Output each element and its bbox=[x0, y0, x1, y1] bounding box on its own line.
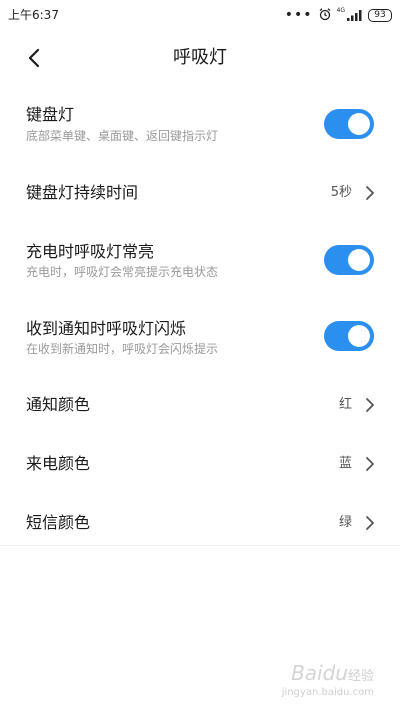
status-icons: ••• 4G 93 bbox=[285, 5, 392, 25]
toggle-knob bbox=[348, 325, 370, 347]
watermark-jingyan: 经验 bbox=[347, 669, 374, 684]
header: 呼吸灯 bbox=[0, 36, 400, 80]
baidu-jingyan-watermark: Baidu经验 jingyan.baidu.com bbox=[281, 663, 374, 701]
setting-value: 绿 bbox=[338, 515, 352, 530]
setting-subtitle: 在收到新通知时，呼吸灯会闪烁提示 bbox=[26, 342, 219, 356]
list-bottom-divider bbox=[0, 545, 400, 546]
toggle-switch-charging-light[interactable] bbox=[324, 245, 374, 275]
status-time: 上午6:37 bbox=[8, 8, 59, 22]
setting-value: 红 bbox=[338, 397, 352, 412]
setting-title: 来电颜色 bbox=[26, 454, 91, 473]
setting-value: 5秒 bbox=[330, 185, 352, 200]
setting-row-charging-light[interactable]: 充电时呼吸灯常亮 充电时，呼吸灯会常亮提示充电状态 bbox=[0, 233, 400, 295]
setting-subtitle: 充电时，呼吸灯会常亮提示充电状态 bbox=[26, 265, 219, 279]
alarm-icon bbox=[318, 6, 332, 25]
toggle-switch-notification-blink[interactable] bbox=[324, 321, 374, 351]
setting-title: 收到通知时呼吸灯闪烁 bbox=[26, 319, 187, 338]
setting-title: 充电时呼吸灯常亮 bbox=[26, 242, 155, 261]
setting-row-keyboard-duration[interactable]: 键盘灯持续时间 5秒 bbox=[0, 171, 400, 215]
chevron-right-icon bbox=[366, 398, 374, 412]
setting-row-sms-color[interactable]: 短信颜色 绿 bbox=[0, 501, 400, 545]
watermark-brand: Baidu bbox=[291, 661, 348, 685]
battery-indicator: 93 bbox=[368, 8, 392, 22]
toggle-knob bbox=[348, 113, 370, 135]
setting-row-notification-blink[interactable]: 收到通知时呼吸灯闪烁 在收到新通知时，呼吸灯会闪烁提示 bbox=[0, 311, 400, 373]
setting-row-call-color[interactable]: 来电颜色 蓝 bbox=[0, 442, 400, 486]
watermark-url: jingyan.baidu.com bbox=[281, 687, 374, 698]
setting-row-keyboard-light[interactable]: 键盘灯 底部菜单键、桌面键、返回键指示灯 bbox=[0, 98, 400, 160]
setting-title: 键盘灯持续时间 bbox=[26, 183, 139, 202]
setting-title: 键盘灯 bbox=[26, 105, 75, 124]
signal-icon bbox=[347, 6, 363, 25]
toggle-switch-keyboard-light[interactable] bbox=[324, 109, 374, 139]
page-title: 呼吸灯 bbox=[173, 47, 227, 68]
chevron-right-icon bbox=[366, 457, 374, 471]
toggle-knob bbox=[348, 249, 370, 271]
setting-row-notification-color[interactable]: 通知颜色 红 bbox=[0, 383, 400, 427]
status-bar: 上午6:37 ••• 4G 93 bbox=[0, 0, 400, 30]
network-type: 4G bbox=[336, 7, 345, 14]
setting-value: 蓝 bbox=[338, 456, 352, 471]
chevron-right-icon bbox=[366, 516, 374, 530]
more-dots-icon: ••• bbox=[284, 7, 313, 23]
chevron-right-icon bbox=[366, 186, 374, 200]
setting-title: 通知颜色 bbox=[26, 395, 91, 414]
setting-title: 短信颜色 bbox=[26, 513, 91, 532]
setting-subtitle: 底部菜单键、桌面键、返回键指示灯 bbox=[26, 129, 219, 143]
